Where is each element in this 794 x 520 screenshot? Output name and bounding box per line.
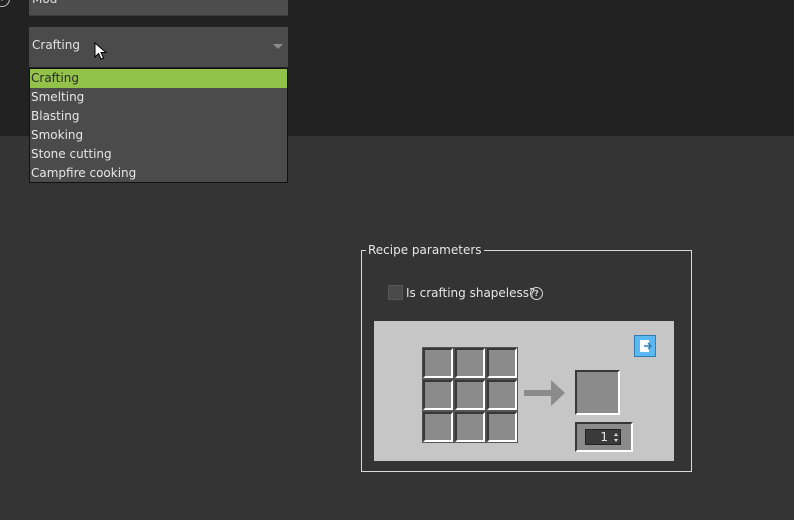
shapeless-checkbox[interactable]: [388, 285, 403, 300]
spin-down-icon[interactable]: [614, 439, 618, 442]
dropdown-option-stone-cutting[interactable]: Stone cutting: [30, 145, 287, 164]
name-field[interactable]: Mod: [29, 0, 288, 16]
export-button[interactable]: [634, 335, 656, 357]
dropdown-option-crafting[interactable]: Crafting: [30, 69, 287, 88]
crafting-slot[interactable]: [423, 380, 453, 410]
crafting-slot[interactable]: [487, 412, 517, 442]
dropdown-option-campfire-cooking[interactable]: Campfire cooking: [30, 164, 287, 183]
crafting-slot[interactable]: [455, 380, 485, 410]
arrow-right-icon: [524, 380, 565, 406]
recipe-type-dropdown: Crafting Smelting Blasting Smoking Stone…: [29, 68, 288, 183]
recipe-type-selected-label: Crafting: [32, 38, 80, 52]
mouse-cursor-icon: [94, 42, 108, 60]
spin-up-icon[interactable]: [614, 433, 618, 436]
recipe-editor-area: 1: [374, 321, 674, 461]
crafting-slot[interactable]: [455, 412, 485, 442]
panel-title: Recipe parameters: [366, 243, 484, 257]
crafting-slot[interactable]: [487, 380, 517, 410]
shapeless-label: Is crafting shapeless?: [406, 286, 536, 300]
crafting-slot[interactable]: [455, 348, 485, 378]
chevron-down-icon: [273, 44, 283, 49]
dropdown-option-blasting[interactable]: Blasting: [30, 107, 287, 126]
help-icon[interactable]: ?: [530, 287, 543, 300]
result-slot[interactable]: [575, 370, 620, 415]
dropdown-option-smoking[interactable]: Smoking: [30, 126, 287, 145]
recipe-parameters-panel: Recipe parameters Is crafting shapeless?…: [361, 243, 692, 472]
result-quantity-value: 1: [600, 430, 608, 444]
export-icon: [640, 340, 653, 352]
crafting-slot[interactable]: [423, 412, 453, 442]
crafting-slot[interactable]: [423, 348, 453, 378]
crafting-grid: [422, 347, 518, 443]
crafting-slot[interactable]: [487, 348, 517, 378]
dropdown-option-smelting[interactable]: Smelting: [30, 88, 287, 107]
result-quantity-spinner[interactable]: 1: [585, 429, 621, 445]
recipe-type-select[interactable]: Crafting: [29, 27, 288, 67]
result-quantity-box: 1: [575, 422, 633, 452]
